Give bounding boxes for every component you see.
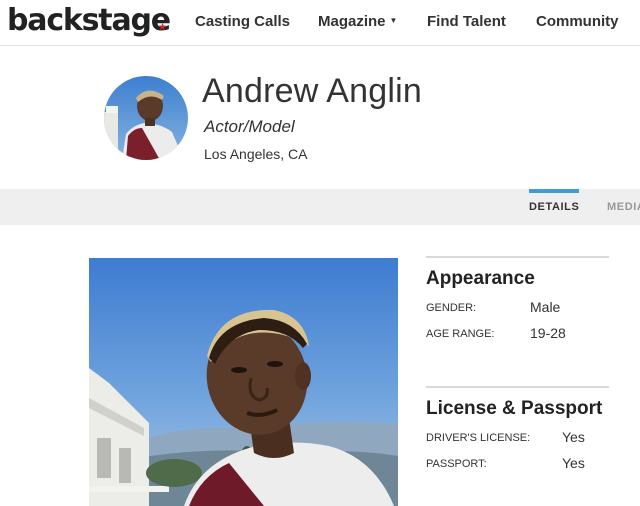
divider xyxy=(426,386,609,388)
avatar-photo xyxy=(104,76,188,160)
logo-star-icon: ★ xyxy=(158,22,167,33)
gender-value: Male xyxy=(530,299,561,315)
gender-label: GENDER: xyxy=(426,302,477,314)
top-nav: backstage ★ Casting Calls Magazine ▼ Find… xyxy=(0,0,640,46)
passport-label: PASSPORT: xyxy=(426,458,487,470)
backstage-logo[interactable]: backstage xyxy=(7,3,171,38)
appearance-title: Appearance xyxy=(426,268,535,289)
info-row-gender: GENDER: Male xyxy=(426,296,640,322)
nav-find-talent[interactable]: Find Talent xyxy=(427,13,506,30)
profile-role: Actor/Model xyxy=(204,117,295,136)
nav-casting-calls[interactable]: Casting Calls xyxy=(195,13,290,30)
drivers-license-label: DRIVER'S LICENSE: xyxy=(426,432,531,444)
nav-magazine[interactable]: Magazine ▼ xyxy=(318,13,397,30)
age-range-value: 19-28 xyxy=(530,325,566,341)
profile-tabbar: DETAILS MEDIA xyxy=(0,189,640,225)
license-section: License & Passport DRIVER'S LICENSE: Yes… xyxy=(426,386,640,478)
divider xyxy=(426,256,609,258)
drivers-license-value: Yes xyxy=(562,429,585,445)
main-photo[interactable] xyxy=(89,258,398,506)
info-row-passport: PASSPORT: Yes xyxy=(426,452,640,478)
profile-avatar[interactable] xyxy=(104,76,188,160)
passport-value: Yes xyxy=(562,455,585,471)
profile-location: Los Angeles, CA xyxy=(204,146,308,162)
tab-details[interactable]: DETAILS xyxy=(529,189,580,225)
headshot-photo xyxy=(89,258,398,506)
appearance-section: Appearance GENDER: Male AGE RANGE: 19-28 xyxy=(426,256,640,348)
nav-community[interactable]: Community xyxy=(536,13,619,30)
profile-name: Andrew Anglin xyxy=(202,72,422,110)
license-title: License & Passport xyxy=(426,398,603,419)
info-row-age-range: AGE RANGE: 19-28 xyxy=(426,322,640,348)
age-range-label: AGE RANGE: xyxy=(426,328,495,340)
caret-down-icon: ▼ xyxy=(389,16,398,25)
tab-media[interactable]: MEDIA xyxy=(607,189,640,225)
info-row-drivers-license: DRIVER'S LICENSE: Yes xyxy=(426,426,640,452)
nav-magazine-label: Magazine xyxy=(318,13,386,30)
